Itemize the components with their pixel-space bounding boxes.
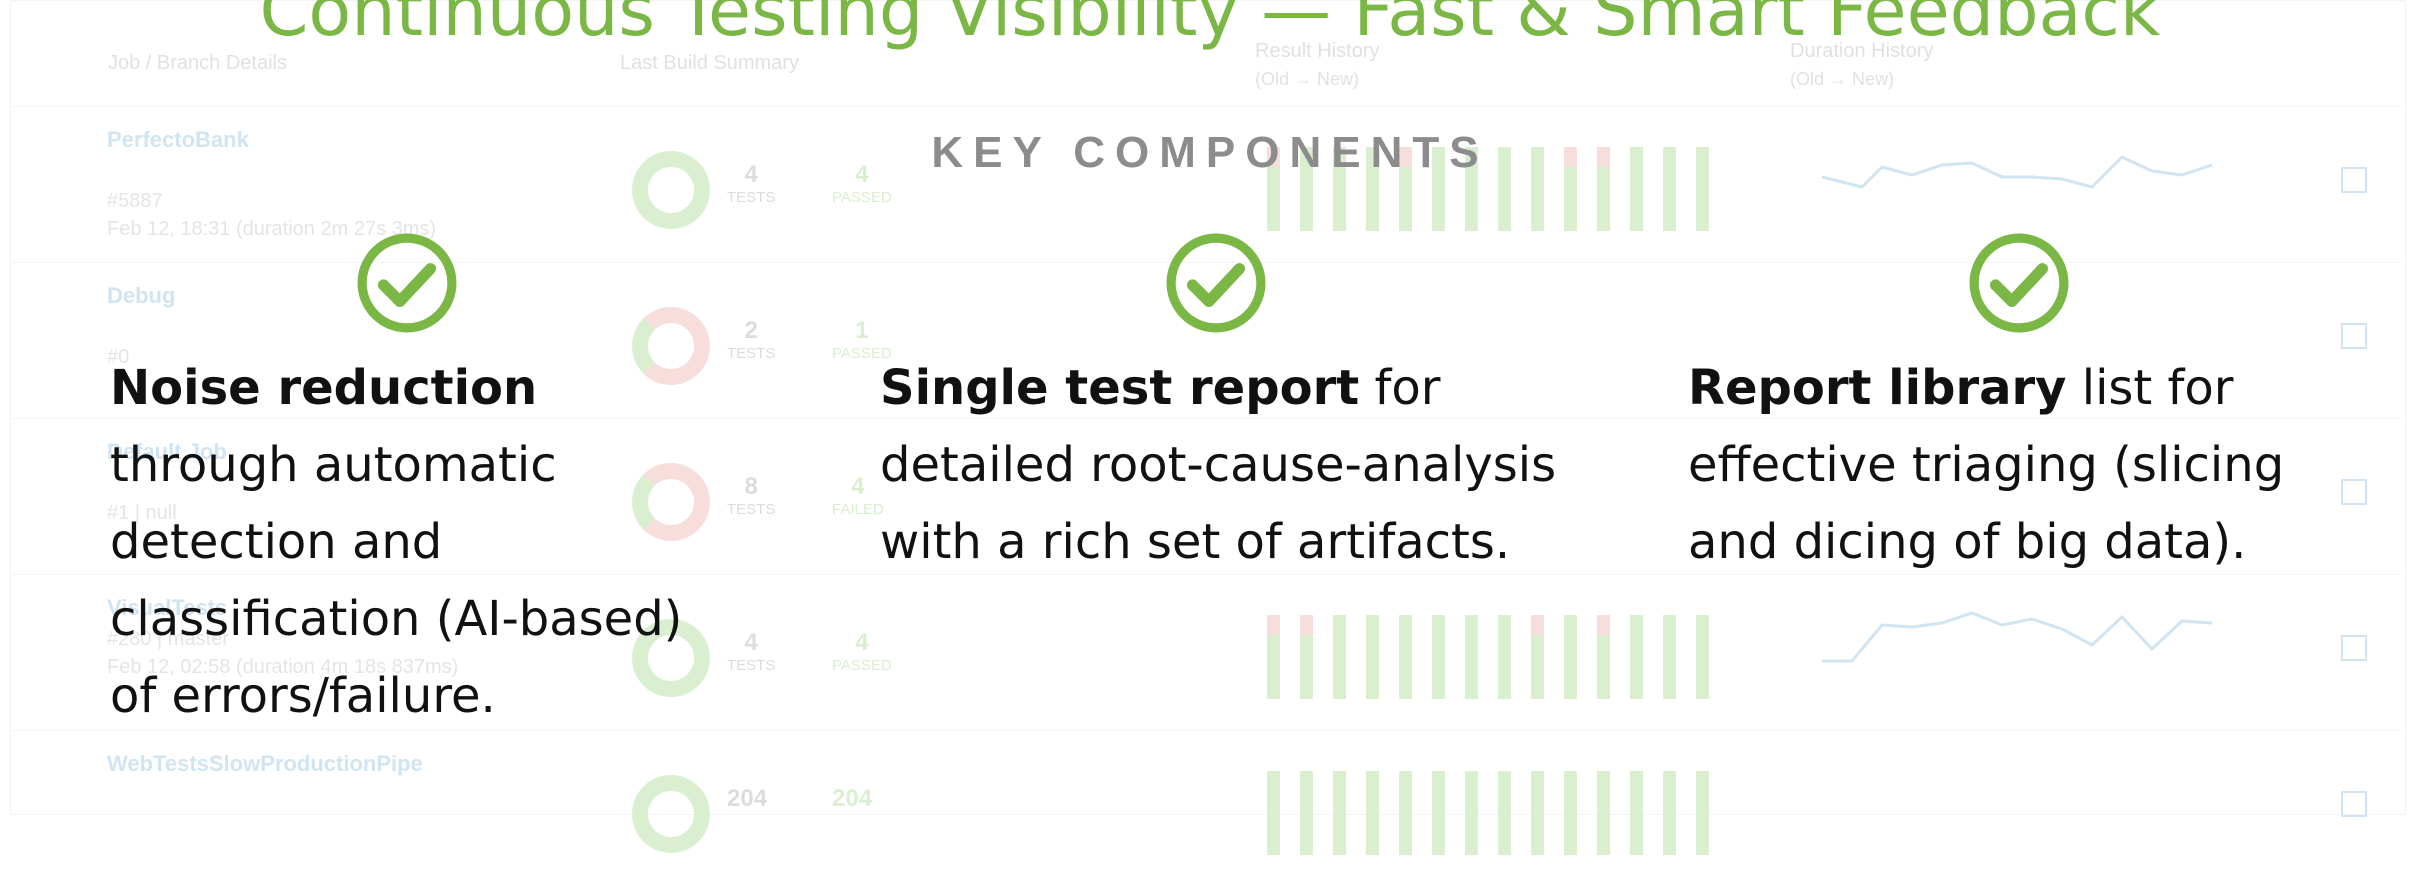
tests-count: 2 TESTS	[727, 317, 776, 362]
tests-count: 204	[727, 785, 768, 812]
job-link[interactable]: WebTestsSlowProductionPipe	[107, 751, 423, 777]
component-heading: Single test report	[880, 360, 1360, 416]
component-text: through automatic detection and classifi…	[110, 437, 683, 724]
component-heading: Noise reduction	[110, 360, 538, 416]
details-icon[interactable]	[2341, 791, 2367, 817]
check-circle-icon	[1166, 233, 1266, 333]
slide-title: Continuous Testing Visibility — Fast & S…	[259, 0, 2161, 52]
column-header-job: Job / Branch Details	[108, 52, 287, 74]
result-history-bars	[1267, 615, 1767, 705]
component-heading: Report library	[1688, 360, 2067, 416]
tests-count: 4 TESTS	[727, 629, 776, 674]
table-row[interactable]: WebTestsSlowProductionPipe 204 204	[12, 730, 2402, 887]
result-history-sub: (Old → New)	[1255, 69, 1360, 89]
check-circle-icon	[1969, 233, 2069, 333]
duration-sparkline	[1822, 611, 2213, 663]
check-circle-icon	[357, 233, 457, 333]
component-noise-reduction: Noise reduction through automatic detect…	[110, 350, 730, 735]
details-icon[interactable]	[2341, 635, 2367, 661]
passed-count: 4 FAILED	[832, 473, 884, 518]
component-single-test-report: Single test report for detailed root-cau…	[880, 350, 1580, 581]
duration-history-sub: (Old → New)	[1790, 69, 1895, 89]
passed-count: 4 PASSED	[832, 629, 892, 674]
build-number: #5887	[107, 190, 163, 212]
component-report-library: Report library list for effective triagi…	[1688, 350, 2388, 581]
summary-donut	[632, 775, 710, 853]
job-link[interactable]: Debug	[107, 283, 175, 309]
details-icon[interactable]	[2341, 323, 2367, 349]
column-header-summary: Last Build Summary	[620, 52, 799, 74]
passed-count: 204	[832, 785, 873, 812]
result-history-bars	[1267, 771, 1767, 861]
tests-count: 8 TESTS	[727, 473, 776, 518]
slide-subtitle: KEY COMPONENTS	[931, 128, 1489, 177]
